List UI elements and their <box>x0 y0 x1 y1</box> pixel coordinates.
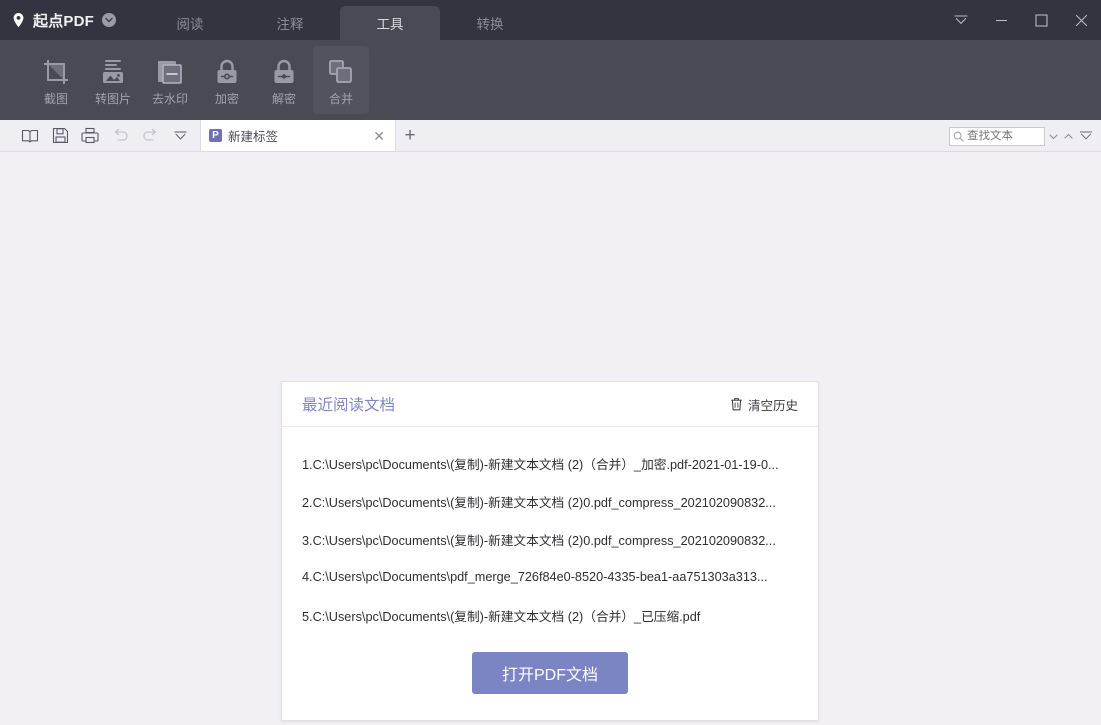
pdf-badge-icon: P <box>209 129 222 142</box>
maximize-icon <box>1034 13 1048 27</box>
file-path: 1.C:\Users\pc\Documents\(复制)-新建文本文档 (2)（… <box>302 457 779 472</box>
location-pin-icon <box>10 12 27 29</box>
tool-remove-watermark-label: 去水印 <box>151 92 188 106</box>
search-input[interactable] <box>967 130 1041 142</box>
document-toolbar: P 新建标签 ✕ + <box>0 120 1101 152</box>
list-item[interactable]: 2.C:\Users\pc\Documents\(复制)-新建文本文档 (2)0… <box>282 482 818 520</box>
window-controls <box>941 0 1101 40</box>
merge-icon <box>326 55 356 88</box>
main-canvas: 最近阅读文档 清空历史 1.C:\Users\pc\Documents\(复制)… <box>0 152 1101 725</box>
new-tab-button[interactable]: + <box>396 120 424 151</box>
search-prev-button[interactable] <box>1047 127 1060 146</box>
main-nav-tabs: 阅读 注释 工具 转换 <box>140 0 540 40</box>
list-item[interactable]: 5.C:\Users\pc\Documents\(复制)-新建文本文档 (2)（… <box>282 596 818 634</box>
quick-actions <box>0 126 190 146</box>
file-path: 4.C:\Users\pc\Documents\pdf_merge_726f84… <box>302 570 768 584</box>
tool-to-image[interactable]: 转图片 <box>85 46 141 114</box>
minimize-button[interactable] <box>981 0 1021 40</box>
nav-tab-tools-label: 工具 <box>376 17 404 32</box>
tool-decrypt-label: 解密 <box>271 92 296 106</box>
card-header: 最近阅读文档 清空历史 <box>282 382 818 427</box>
nav-tab-read-label: 阅读 <box>176 17 204 32</box>
print-icon[interactable] <box>80 126 100 146</box>
tool-merge[interactable]: 合并 <box>313 46 369 114</box>
tool-merge-label: 合并 <box>328 92 353 106</box>
open-pdf-button[interactable]: 打开PDF文档 <box>472 652 628 694</box>
file-path: 2.C:\Users\pc\Documents\(复制)-新建文本文档 (2)0… <box>302 495 776 510</box>
collapse-ribbon-button[interactable] <box>941 0 981 40</box>
close-icon <box>1075 14 1088 27</box>
search-next-button[interactable] <box>1062 127 1075 146</box>
search-options-button[interactable] <box>1077 127 1095 146</box>
close-button[interactable] <box>1061 0 1101 40</box>
search-box[interactable] <box>949 126 1045 146</box>
redo-icon[interactable] <box>140 126 160 146</box>
save-icon[interactable] <box>50 126 70 146</box>
list-item[interactable]: 4.C:\Users\pc\Documents\pdf_merge_726f84… <box>282 558 818 596</box>
clear-history-button[interactable]: 清空历史 <box>730 395 798 414</box>
list-item[interactable]: 3.C:\Users\pc\Documents\(复制)-新建文本文档 (2)0… <box>282 520 818 558</box>
watermark-remove-icon <box>155 55 185 88</box>
open-button-row: 打开PDF文档 <box>282 652 818 694</box>
crop-icon <box>41 55 71 88</box>
chevron-down-icon[interactable] <box>170 126 190 146</box>
file-path: 3.C:\Users\pc\Documents\(复制)-新建文本文档 (2)0… <box>302 533 776 548</box>
application-window: 起点PDF 阅读 注释 工具 转换 截图 转图片 去水印 加密 解密 合并 P … <box>0 0 1101 725</box>
undo-icon[interactable] <box>110 126 130 146</box>
search-icon <box>953 131 964 142</box>
tool-decrypt[interactable]: 解密 <box>256 46 312 114</box>
nav-tab-convert[interactable]: 转换 <box>440 6 540 40</box>
nav-tab-tools[interactable]: 工具 <box>340 6 440 40</box>
open-book-icon[interactable] <box>20 126 40 146</box>
page-title: 最近阅读文档 <box>302 397 396 414</box>
tool-encrypt-label: 加密 <box>214 92 239 106</box>
maximize-button[interactable] <box>1021 0 1061 40</box>
file-path: 5.C:\Users\pc\Documents\(复制)-新建文本文档 (2)（… <box>302 609 701 624</box>
double-chevron-down-icon <box>954 14 968 26</box>
nav-tab-convert-label: 转换 <box>476 17 504 32</box>
lock-open-icon <box>269 55 299 88</box>
document-tab-label: 新建标签 <box>228 130 279 144</box>
nav-tab-read[interactable]: 阅读 <box>140 6 240 40</box>
brand-name: 起点PDF <box>33 12 95 30</box>
recent-files-list: 1.C:\Users\pc\Documents\(复制)-新建文本文档 (2)（… <box>282 427 818 634</box>
tool-remove-watermark[interactable]: 去水印 <box>142 46 198 114</box>
list-item[interactable]: 1.C:\Users\pc\Documents\(复制)-新建文本文档 (2)（… <box>282 444 818 482</box>
nav-tab-annotate[interactable]: 注释 <box>240 6 340 40</box>
chevron-down-circle-icon[interactable] <box>102 13 117 27</box>
nav-tab-annotate-label: 注释 <box>276 17 304 32</box>
recent-documents-card: 最近阅读文档 清空历史 1.C:\Users\pc\Documents\(复制)… <box>281 381 819 721</box>
minimize-icon <box>995 14 1008 26</box>
title-bar: 起点PDF 阅读 注释 工具 转换 <box>0 0 1101 40</box>
plus-icon: + <box>404 124 416 146</box>
tool-encrypt[interactable]: 加密 <box>199 46 255 114</box>
brand-logo[interactable]: 起点PDF <box>0 0 140 40</box>
lock-closed-icon <box>212 55 242 88</box>
image-convert-icon <box>98 55 128 88</box>
document-tab-close-icon[interactable]: ✕ <box>371 129 387 143</box>
tools-ribbon: 截图 转图片 去水印 加密 解密 合并 <box>0 40 1101 120</box>
tool-to-image-label: 转图片 <box>94 92 131 106</box>
trash-icon <box>730 397 743 411</box>
document-tab[interactable]: P 新建标签 ✕ <box>200 120 396 151</box>
tool-screenshot[interactable]: 截图 <box>28 46 84 114</box>
search-area <box>949 120 1095 152</box>
tool-screenshot-label: 截图 <box>43 92 68 106</box>
clear-history-label: 清空历史 <box>747 398 798 413</box>
